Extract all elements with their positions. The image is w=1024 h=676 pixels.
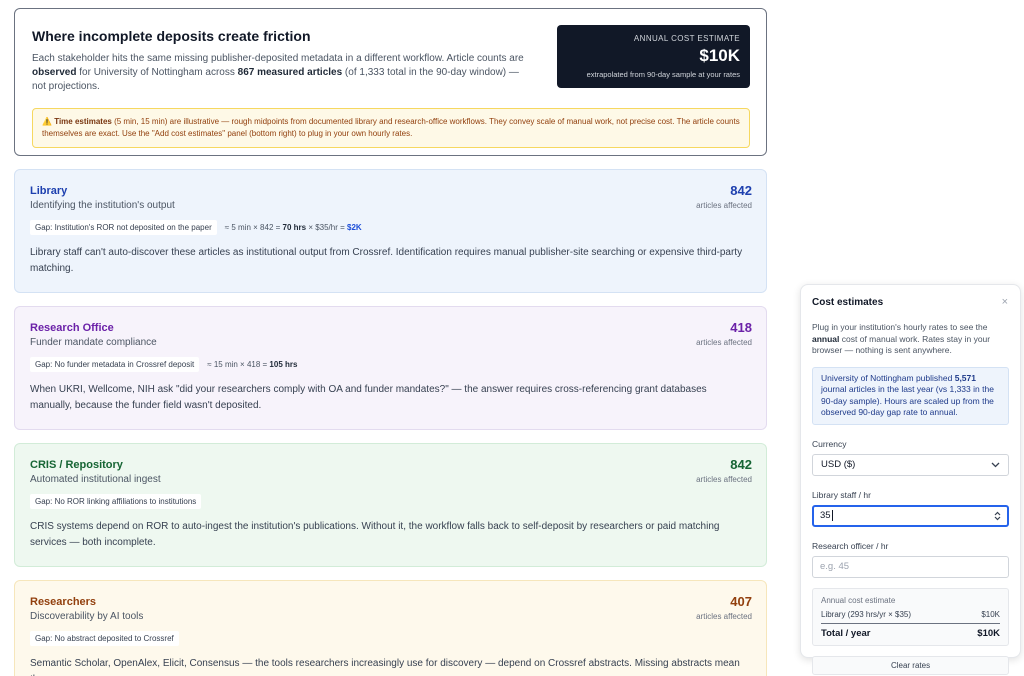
articles-count: 418 <box>730 320 752 335</box>
stakeholder-body: Semantic Scholar, OpenAlex, Elicit, Cons… <box>30 658 740 676</box>
close-icon[interactable]: × <box>1002 296 1008 308</box>
number-stepper-icon[interactable] <box>994 511 1001 521</box>
stakeholder-subtitle: Funder mandate compliance <box>30 337 157 348</box>
currency-value: USD ($) <box>821 459 856 470</box>
warning-icon: ⚠️ <box>42 117 52 126</box>
stakeholder-card-research-office: Research Office Funder mandate complianc… <box>14 306 767 430</box>
estimate-total: Total / year $10K <box>821 627 1000 639</box>
research-rate-input[interactable]: e.g. 45 <box>812 555 1009 578</box>
stakeholder-subtitle: Discoverability by AI tools <box>30 611 144 622</box>
cost-estimates-panel: Cost estimates × Plug in your institutio… <box>800 284 1021 675</box>
panel-info-box: University of Nottingham published 5,571… <box>812 366 1009 425</box>
articles-count: 842 <box>730 457 752 472</box>
library-rate-input[interactable]: 35 <box>812 504 1009 527</box>
stakeholder-card-cris-repository: CRIS / Repository Automated institutiona… <box>14 443 767 567</box>
currency-select[interactable]: USD ($) <box>812 453 1009 476</box>
articles-count: 842 <box>730 183 752 198</box>
panel-description: Plug in your institution's hourly rates … <box>812 322 991 355</box>
gap-row: Gap: No ROR linking affiliations to inst… <box>30 494 752 509</box>
stakeholder-title: CRIS / Repository <box>30 459 123 471</box>
friction-summary-card: Where incomplete deposits create frictio… <box>14 8 767 156</box>
clear-rates-button[interactable]: Clear rates <box>812 655 1009 675</box>
time-estimates-warning: ⚠️ Time estimates (5 min, 15 min) are il… <box>32 108 750 148</box>
gap-calculation: ≈ 5 min × 842 = 70 hrs × $35/hr = $2K <box>224 223 362 232</box>
stakeholder-title: Research Office <box>30 322 114 334</box>
cost-value: $10K <box>699 46 740 65</box>
estimate-label: Annual cost estimate <box>821 595 896 605</box>
stakeholder-title: Researchers <box>30 596 97 608</box>
cost-note: extrapolated from 90-day sample at your … <box>586 70 740 79</box>
research-rate-label: Research officer / hr <box>812 540 889 551</box>
text-cursor <box>831 509 833 521</box>
stakeholder-body: Library staff can't auto-discover these … <box>30 247 743 274</box>
stakeholder-subtitle: Identifying the institution's output <box>30 200 175 211</box>
gap-chip: Gap: No funder metadata in Crossref depo… <box>30 357 200 372</box>
articles-count-label: articles affected <box>696 475 752 484</box>
chevron-down-icon <box>991 460 1000 470</box>
research-rate-placeholder: e.g. 45 <box>820 561 850 572</box>
summary-description: Each stakeholder hits the same missing p… <box>32 53 524 92</box>
annual-cost-estimate-box: ANNUAL COST ESTIMATE $10K extrapolated f… <box>557 25 750 88</box>
panel-title: Cost estimates <box>812 297 884 308</box>
articles-count-label: articles affected <box>696 338 752 347</box>
gap-calculation: ≈ 15 min × 418 = 105 hrs <box>207 360 298 369</box>
gap-chip: Gap: Institution's ROR not deposited on … <box>30 220 217 235</box>
gap-chip: Gap: No abstract deposited to Crossref <box>30 631 179 646</box>
stakeholder-body: CRIS systems depend on ROR to auto-inges… <box>30 521 720 548</box>
gap-row: Gap: Institution's ROR not deposited on … <box>30 220 752 235</box>
stakeholder-title: Library <box>30 185 68 197</box>
gap-chip: Gap: No ROR linking affiliations to inst… <box>30 494 202 509</box>
articles-count-label: articles affected <box>696 201 752 210</box>
articles-count: 407 <box>730 594 752 609</box>
currency-label: Currency <box>812 438 847 449</box>
stakeholder-card-researchers: Researchers Discoverability by AI tools … <box>14 580 767 676</box>
gap-row: Gap: No funder metadata in Crossref depo… <box>30 357 752 372</box>
stakeholder-subtitle: Automated institutional ingest <box>30 474 161 485</box>
stakeholder-body: When UKRI, Wellcome, NIH ask "did your r… <box>30 384 707 411</box>
stakeholder-card-library: Library Identifying the institution's ou… <box>14 169 767 293</box>
articles-count-label: articles affected <box>696 612 752 621</box>
gap-row: Gap: No abstract deposited to Crossref <box>30 631 752 646</box>
cost-label: ANNUAL COST ESTIMATE <box>633 34 740 43</box>
estimate-row-library: Library (293 hrs/yr × $35) $10K <box>821 610 1000 624</box>
library-rate-value: 35 <box>820 510 831 521</box>
main-content: Where incomplete deposits create frictio… <box>14 8 767 676</box>
annual-estimate-box: Annual cost estimate Library (293 hrs/yr… <box>812 587 1009 646</box>
library-rate-label: Library staff / hr <box>812 489 871 500</box>
